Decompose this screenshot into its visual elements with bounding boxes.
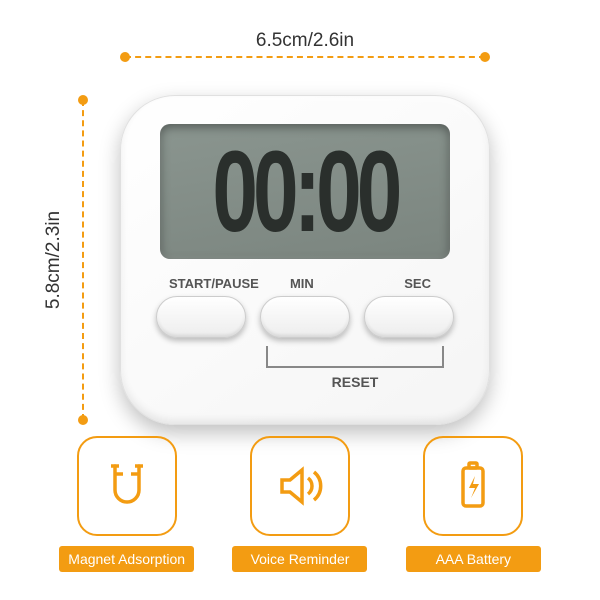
magnet-icon [77,436,177,536]
button-row [156,296,454,338]
reset-label: RESET [121,374,489,390]
min-button[interactable] [260,296,350,338]
start-pause-button[interactable] [156,296,246,338]
kitchen-timer: 00:00 START/PAUSE MIN SEC RESET [120,95,490,425]
height-dim-line [82,100,84,420]
feature-magnet: Magnet Adsorption [55,436,198,572]
width-label: 6.5cm/2.6in [125,30,485,52]
height-dimension: 5.8cm/2.3in [40,100,90,420]
height-label: 5.8cm/2.3in [43,211,65,309]
feature-battery: AAA Battery [402,436,545,572]
feature-label: Voice Reminder [232,546,367,572]
battery-icon [423,436,523,536]
sec-label: SEC [345,276,449,291]
width-dim-line [125,56,485,58]
feature-label: AAA Battery [406,546,541,572]
feature-row: Magnet Adsorption Voice Reminder AAA Bat… [55,436,545,572]
min-label: MIN [259,276,345,291]
feature-voice: Voice Reminder [228,436,371,572]
sec-button[interactable] [364,296,454,338]
lcd-screen: 00:00 [160,124,450,259]
reset-bracket [266,346,444,368]
feature-label: Magnet Adsorption [59,546,194,572]
time-readout: 00:00 [212,134,397,249]
width-dimension: 6.5cm/2.6in [125,30,485,60]
speaker-icon [250,436,350,536]
button-labels: START/PAUSE MIN SEC [161,276,449,291]
start-pause-label: START/PAUSE [161,276,259,291]
